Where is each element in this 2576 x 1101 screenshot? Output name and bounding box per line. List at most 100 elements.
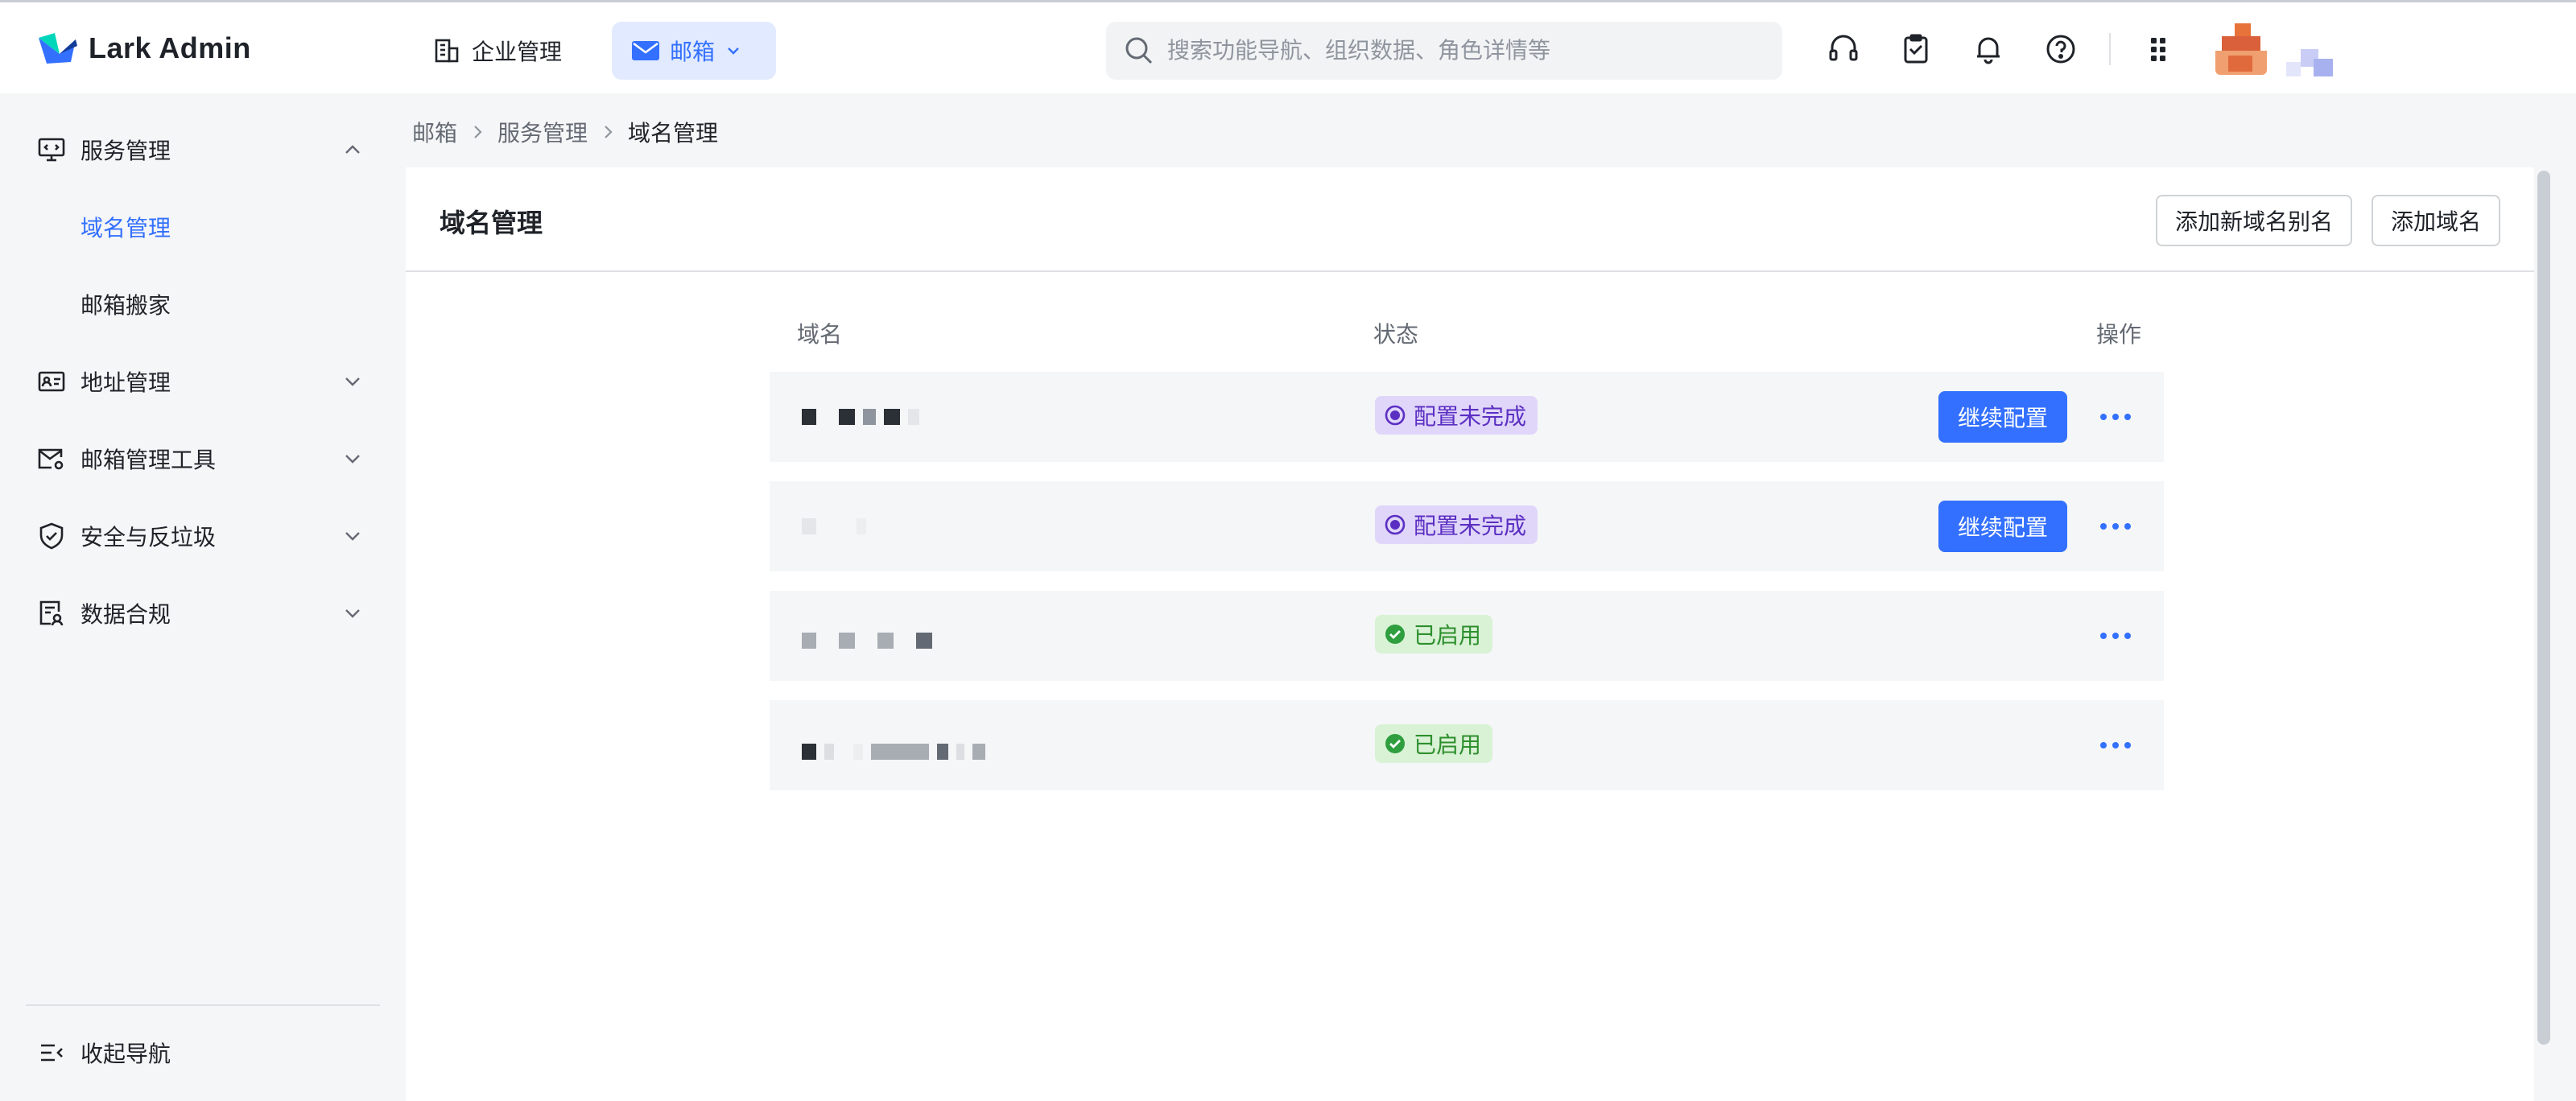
user-avatar[interactable] [2215,23,2267,75]
column-header-actions: 操作 [2096,322,2142,347]
more-actions-button[interactable] [2093,616,2138,655]
table-row: 已启用 [770,700,2164,790]
sidebar-item-label: 邮箱管理工具 [80,447,217,472]
status-badge: 已启用 [1375,615,1493,654]
status-text: 配置未完成 [1414,404,1527,429]
brand-name: Lark Admin [89,31,251,64]
breadcrumb: 邮箱 服务管理 域名管理 [412,116,718,148]
panel-divider [406,270,2534,272]
chevron-right-icon [474,126,482,138]
breadcrumb-mail[interactable]: 邮箱 [412,116,457,148]
page-scrollbar[interactable] [2537,171,2550,1045]
avatar-image-icon [2215,23,2267,75]
more-actions-button[interactable] [2093,507,2138,546]
check-circle-icon [1385,625,1405,644]
pending-dot-icon [1385,405,1406,426]
sidebar-item-data-compliance[interactable]: 数据合规 [26,583,380,644]
sidebar-divider [26,1004,380,1006]
bell-icon [1977,37,2000,64]
chevron-down-icon [345,532,360,541]
building-icon [435,39,459,63]
pending-dot-icon [1385,514,1406,535]
status-text: 已启用 [1414,623,1482,648]
collapse-nav-label: 收起导航 [80,1041,171,1066]
address-card-icon [37,367,66,396]
notifications-button[interactable] [1971,31,2006,67]
check-circle-icon [1385,734,1405,753]
sidebar: 服务管理 域名管理 邮箱搬家 地址管理 邮箱管理工具 安全与反垃圾 数据合规 收… [0,93,402,1101]
table-row: 配置未完成 继续配置 [770,481,2164,571]
table-row: 配置未完成 继续配置 [770,372,2164,462]
more-horizontal-icon [2100,742,2131,748]
continue-config-button[interactable]: 继续配置 [1938,501,2067,552]
chevron-down-icon [345,455,360,464]
sidebar-item-label: 地址管理 [80,370,171,395]
add-domain-alias-button[interactable]: 添加新域名别名 [2156,195,2353,246]
domain-management-panel: 域名管理 添加新域名别名 添加域名 域名 状态 操作 配置未完成 继续配置 配置… [406,167,2534,1101]
sidebar-item-address-management[interactable]: 地址管理 [26,351,380,412]
chevron-right-icon [605,126,613,138]
sidebar-item-label: 域名管理 [80,216,171,241]
monitor-icon [37,135,66,164]
header-divider [2109,33,2111,65]
nav-enterprise-label: 企业管理 [472,39,563,64]
column-header-status: 状态 [1373,322,1419,347]
breadcrumb-current: 域名管理 [628,121,719,146]
data-compliance-icon [37,599,66,628]
chevron-up-icon [345,145,360,154]
search-input[interactable] [1167,38,1763,64]
search-icon [1125,37,1153,64]
clipboard-check-icon [1904,34,1928,64]
help-button[interactable] [2043,31,2079,67]
more-actions-button[interactable] [2093,398,2138,436]
chevron-down-icon [728,47,739,55]
mail-settings-icon [37,444,66,473]
app-launcher-button[interactable] [2141,31,2177,67]
more-horizontal-icon [2100,633,2131,639]
breadcrumb-service-management[interactable]: 服务管理 [497,116,588,148]
collapse-nav-button[interactable]: 收起导航 [26,1022,380,1083]
status-badge: 配置未完成 [1375,505,1538,544]
brand-logo[interactable]: Lark Admin [35,30,251,67]
global-search[interactable] [1106,22,1782,80]
add-domain-button[interactable]: 添加域名 [2372,195,2501,246]
status-badge: 已启用 [1375,724,1493,763]
domain-name-redacted [802,402,919,431]
continue-config-button[interactable]: 继续配置 [1938,391,2067,443]
table-row: 已启用 [770,591,2164,681]
domain-name-redacted [802,512,866,541]
page-title: 域名管理 [440,208,543,237]
lark-logo-icon [39,33,77,64]
chevron-down-icon [345,609,360,618]
status-text: 配置未完成 [1414,513,1527,538]
help-circle-icon [2046,35,2075,64]
status-badge: 配置未完成 [1375,396,1538,435]
sidebar-item-label: 服务管理 [80,138,171,163]
column-header-domain: 域名 [797,322,843,347]
sidebar-item-mailbox-tools[interactable]: 邮箱管理工具 [26,428,380,489]
more-actions-button[interactable] [2093,726,2138,765]
domain-name-redacted [802,626,932,655]
nav-mail-dropdown[interactable]: 邮箱 [612,22,776,80]
task-button[interactable] [1898,31,1934,67]
sidebar-item-label: 邮箱搬家 [80,293,171,318]
collapse-menu-icon [41,1044,63,1062]
more-horizontal-icon [2100,523,2131,530]
headset-icon [1829,35,1858,61]
sidebar-item-mailbox-migration[interactable]: 邮箱搬家 [26,274,380,335]
top-header: Lark Admin 企业管理 邮箱 [0,0,2576,93]
mail-icon [632,41,659,60]
chevron-down-icon [345,377,360,386]
sidebar-item-domain-management[interactable]: 域名管理 [26,196,380,258]
sidebar-item-service-management[interactable]: 服务管理 [26,119,380,180]
sidebar-item-label: 安全与反垃圾 [80,525,217,550]
nav-mail-label: 邮箱 [670,39,716,64]
customer-service-button[interactable] [1826,31,1861,67]
apps-grid-icon [2151,38,2165,61]
domain-name-redacted [802,737,985,766]
nav-enterprise-management[interactable]: 企业管理 [420,22,575,80]
status-text: 已启用 [1414,732,1482,757]
sidebar-item-security-antispam[interactable]: 安全与反垃圾 [26,505,380,567]
user-name-blurred [2286,44,2351,85]
sidebar-item-label: 数据合规 [80,602,171,627]
